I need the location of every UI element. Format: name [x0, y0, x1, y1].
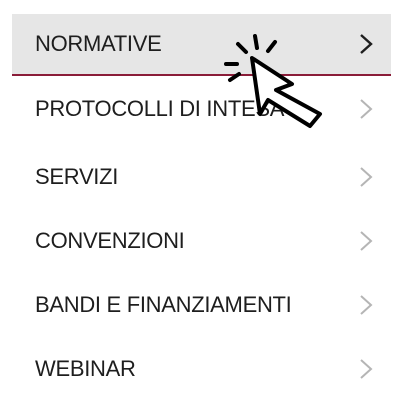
chevron-right-icon: [355, 165, 377, 189]
menu-item-convenzioni[interactable]: CONVENZIONI: [12, 210, 391, 272]
menu-item-label: CONVENZIONI: [35, 228, 185, 253]
chevron-right-icon: [355, 32, 377, 56]
chevron-right-icon: [355, 97, 377, 121]
menu-item-webinar[interactable]: WEBINAR: [12, 338, 391, 396]
chevron-right-icon: [355, 357, 377, 381]
menu-item-bandi-e-finanziamenti[interactable]: BANDI E FINANZIAMENTI: [12, 274, 391, 336]
menu-item-label: WEBINAR: [35, 356, 136, 381]
menu-item-label: BANDI E FINANZIAMENTI: [35, 292, 292, 317]
menu-item-label: SERVIZI: [35, 164, 119, 189]
menu-item-protocolli-di-intesa[interactable]: PROTOCOLLI DI INTESA: [12, 78, 391, 140]
chevron-right-icon: [355, 229, 377, 253]
menu-item-label: NORMATIVE: [35, 31, 162, 56]
menu-item-servizi[interactable]: SERVIZI: [12, 146, 391, 208]
chevron-right-icon: [355, 293, 377, 317]
menu-item-normative[interactable]: NORMATIVE: [12, 14, 391, 76]
menu-item-label: PROTOCOLLI DI INTESA: [35, 96, 285, 121]
side-menu: NORMATIVE PROTOCOLLI DI INTESA SERVIZI C…: [0, 0, 403, 396]
